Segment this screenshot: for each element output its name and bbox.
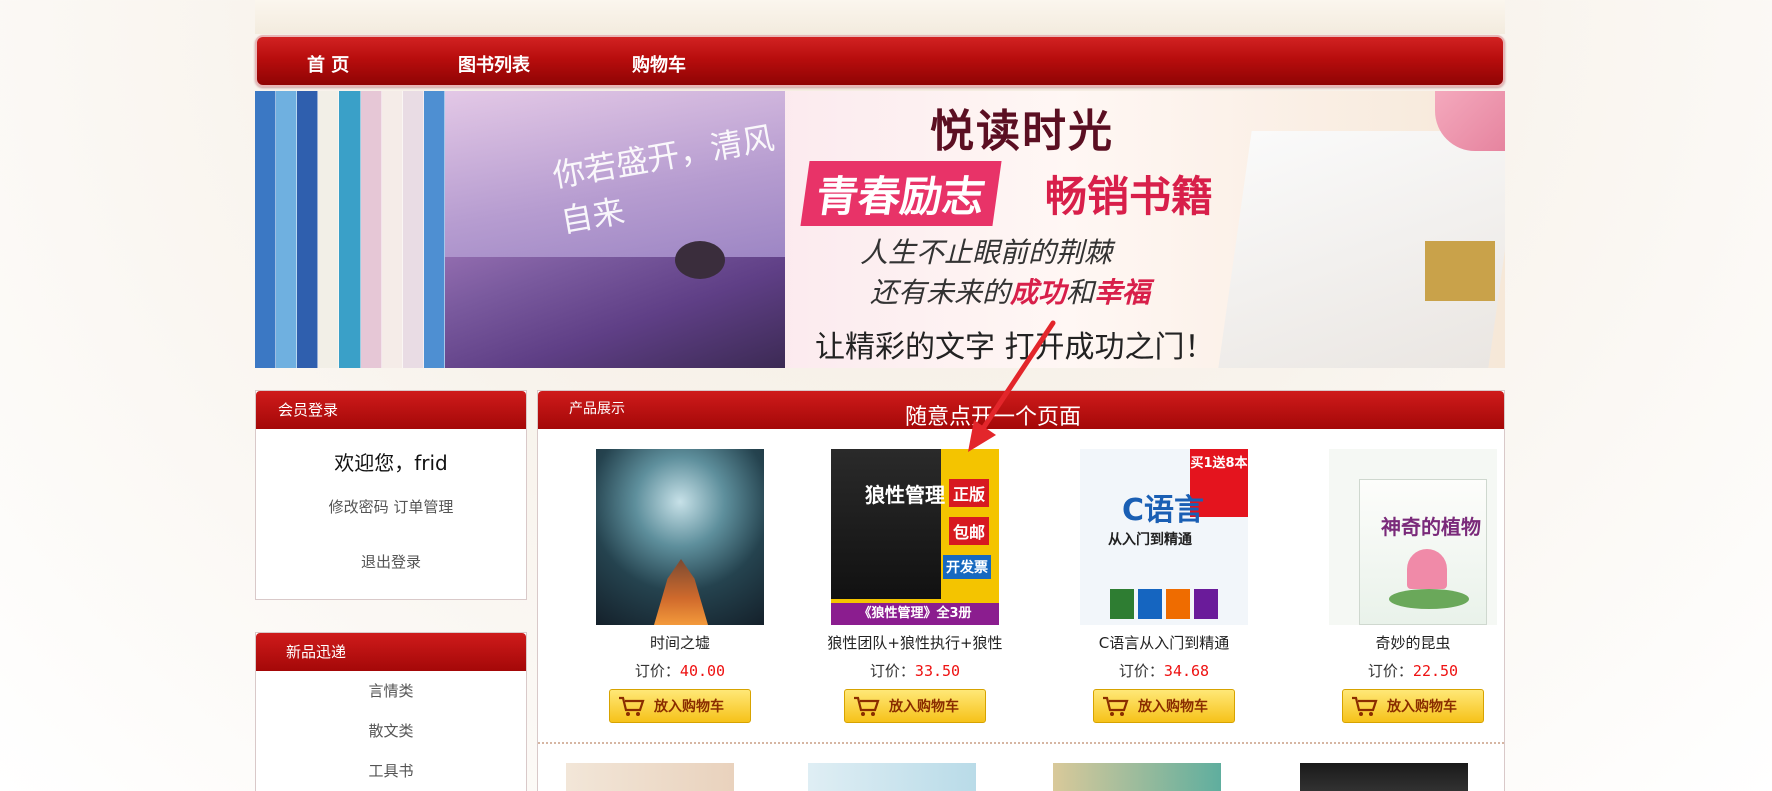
product-price: 订价：22.50	[1367, 662, 1459, 680]
top-band	[255, 0, 1505, 34]
banner-line-1: 人生不止眼前的荆棘	[860, 236, 1113, 269]
product-cover-image[interactable]: 神奇的植物	[1329, 449, 1497, 625]
products-header-label: 产品展示	[569, 401, 625, 417]
product-title[interactable]: 奇妙的昆虫	[1298, 632, 1528, 652]
add-to-cart-button[interactable]: 放入购物车	[1093, 689, 1235, 723]
book-cover-image: 你若盛开，清风自来	[445, 91, 785, 368]
banner-tag-right: 畅销书籍	[1045, 172, 1214, 221]
product-price: 订价：34.68	[1118, 662, 1210, 680]
main-nav: 首 页 图书列表 购物车	[255, 35, 1505, 87]
banner-title: 悦读时光	[930, 106, 1114, 157]
product-cover-image[interactable]	[566, 763, 734, 791]
book-photo	[1425, 241, 1495, 301]
add-to-cart-button[interactable]: 放入购物车	[609, 689, 751, 723]
promo-banner: 你若盛开，清风自来 悦读时光 青春励志 畅销书籍 人生不止眼前的荆棘 还有未来的…	[255, 91, 1505, 368]
cart-icon	[619, 696, 645, 716]
welcome-text: 欢迎您，frid	[334, 451, 448, 475]
cart-icon	[1103, 696, 1129, 716]
new-books-header: 新品迅递	[256, 633, 526, 671]
product-cover-image[interactable]: 狼性管理 正版 包邮 开发票 《狼性管理》全3册	[831, 449, 999, 625]
product-cover-image[interactable]	[1053, 763, 1221, 791]
banner-tag-left: 青春励志	[800, 161, 1002, 226]
product-cover-image[interactable]	[808, 763, 976, 791]
nav-home[interactable]: 首 页	[307, 51, 349, 77]
change-password-link[interactable]: 修改密码	[329, 498, 389, 516]
category-reference[interactable]: 工具书	[256, 751, 526, 791]
nav-cart[interactable]: 购物车	[632, 51, 686, 77]
product-cover-image[interactable]	[1300, 763, 1468, 791]
annotation-text: 随意点开一个页面	[905, 405, 1082, 430]
cart-icon	[854, 696, 880, 716]
product-price: 订价：33.50	[869, 662, 961, 680]
banner-line-3: 让精彩的文字 打开成功之门！	[815, 330, 1215, 365]
product-price: 订价：40.00	[634, 662, 726, 680]
nav-book-list[interactable]: 图书列表	[458, 51, 530, 77]
product-card: 时间之墟 订价：40.00 放入购物车	[565, 449, 795, 723]
product-title[interactable]: 时间之墟	[565, 632, 795, 652]
login-header: 会员登录	[256, 391, 526, 429]
product-title[interactable]: C语言从入门到精通	[1049, 632, 1279, 652]
login-panel: 会员登录 欢迎您，frid 修改密码 订单管理 退出登录	[255, 390, 527, 600]
add-to-cart-button[interactable]: 放入购物车	[844, 689, 986, 723]
product-cover-image[interactable]: 买1送8本 C语言 从入门到精通	[1080, 449, 1248, 625]
category-essay[interactable]: 散文类	[256, 711, 526, 751]
category-romance[interactable]: 言情类	[256, 671, 526, 711]
product-cover-image[interactable]	[596, 449, 764, 625]
product-card: 狼性管理 正版 包邮 开发票 《狼性管理》全3册 狼性团队+狼性执行+狼性 订价…	[800, 449, 1030, 723]
logout-link[interactable]: 退出登录	[256, 551, 526, 572]
add-to-cart-button[interactable]: 放入购物车	[1342, 689, 1484, 723]
order-management-link[interactable]: 订单管理	[393, 498, 453, 516]
banner-line-2: 还有未来的成功和幸福	[870, 276, 1151, 309]
products-panel: 产品展示 随意点开一个页面 时间之墟 订价：40.00 放入购物车 狼性管理 正…	[537, 390, 1505, 791]
product-card: 神奇的植物 奇妙的昆虫 订价：22.50 放入购物车	[1298, 449, 1528, 723]
book-spines-image	[255, 91, 445, 368]
new-books-panel: 新品迅递 言情类 散文类 工具书	[255, 632, 527, 791]
cart-icon	[1352, 696, 1378, 716]
row-divider	[538, 742, 1504, 744]
product-title[interactable]: 狼性团队+狼性执行+狼性	[800, 632, 1030, 652]
products-header: 产品展示 随意点开一个页面	[538, 391, 1504, 430]
product-card: 买1送8本 C语言 从入门到精通 C语言从入门到精通 订价：34.68 放入购物…	[1049, 449, 1279, 723]
